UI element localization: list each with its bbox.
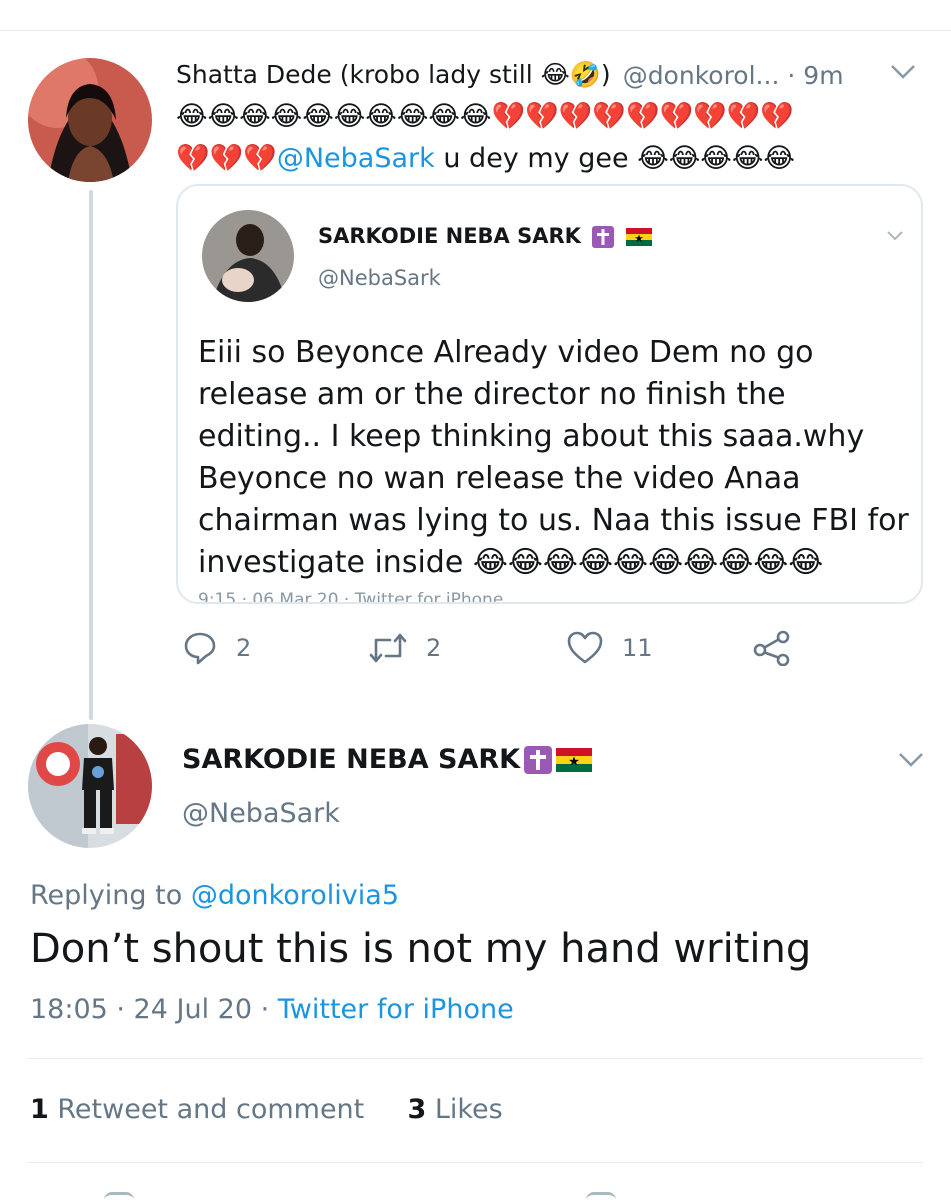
replying-to: Replying to @donkorolivia5 xyxy=(30,880,399,911)
main-tweet-text: Don’t shout this is not my hand writing xyxy=(30,926,812,972)
reply-icon xyxy=(184,632,216,665)
tweet-metadata: 18:05 · 24 Jul 20 · Twitter for iPhone xyxy=(30,994,514,1025)
emoji-line-3: 😂😂😂😂😂 xyxy=(637,143,795,174)
tweet-action-bar: 2 2 11 xyxy=(182,630,822,674)
replying-to-link[interactable]: @donkorolivia5 xyxy=(191,880,399,911)
retweet-button[interactable]: 2 xyxy=(368,630,441,666)
like-button[interactable]: 11 xyxy=(566,630,653,666)
thread-line xyxy=(89,190,93,720)
tweet-body-line-2: 💔💔💔@NebaSark u dey my gee 😂😂😂😂😂 xyxy=(176,138,906,180)
retweet-stat-count: 1 xyxy=(30,1094,49,1125)
engagement-stats: 1 Retweet and comment 3 Likes xyxy=(30,1094,503,1125)
main-author-name[interactable]: SARKODIE NEBA SARK xyxy=(182,744,593,775)
retweets-stat[interactable]: 1 Retweet and comment xyxy=(30,1094,364,1125)
quoted-handle: @NebaSark xyxy=(318,266,441,290)
heart-icon xyxy=(567,631,603,664)
tweet-body: 😂😂😂😂😂😂😂😂😂😂💔💔💔💔💔💔💔💔💔 💔💔💔@NebaSark u dey m… xyxy=(176,96,906,180)
quoted-text: Eiii so Beyonce Already video Dem no go … xyxy=(198,335,909,580)
likes-stat-count: 3 xyxy=(407,1094,427,1125)
share-button[interactable] xyxy=(752,630,810,666)
main-author-handle[interactable]: @NebaSark xyxy=(182,798,340,829)
share-icon xyxy=(753,630,790,666)
top-divider xyxy=(0,30,951,31)
likes-stat[interactable]: 3 Likes xyxy=(407,1094,502,1125)
ghana-flag-icon xyxy=(625,228,652,246)
source-link[interactable]: Twitter for iPhone xyxy=(278,994,514,1025)
chevron-down-icon[interactable] xyxy=(890,64,916,80)
tweet-header: Shatta Dede (krobo lady still 😂🤣) @donko… xyxy=(176,56,916,94)
reply-button[interactable]: 2 xyxy=(182,630,251,666)
neba-sark-avatar[interactable] xyxy=(28,724,152,848)
likes-stat-label: Likes xyxy=(426,1094,503,1125)
like-count: 11 xyxy=(622,634,653,662)
reply-count: 2 xyxy=(236,634,252,662)
chevron-down-icon xyxy=(887,231,903,241)
retweet-stat-label: Retweet and comment xyxy=(48,1094,365,1125)
emoji-line-2: 💔💔💔 xyxy=(176,143,277,174)
divider xyxy=(28,1162,923,1163)
chevron-down-icon[interactable] xyxy=(898,752,924,768)
replying-label: Replying to xyxy=(30,880,191,911)
action-icon-peek xyxy=(586,1192,616,1200)
emoji-line: 😂😂😂😂😂😂😂😂😂😂💔💔💔💔💔💔💔💔💔 xyxy=(176,101,795,132)
latin-cross-icon xyxy=(592,226,615,248)
mention-link[interactable]: @NebaSark xyxy=(277,143,435,174)
retweet-icon xyxy=(369,633,407,663)
timestamp: 18:05 · 24 Jul 20 · xyxy=(30,994,278,1025)
body-text: u dey my gee xyxy=(434,143,638,174)
tweet-time[interactable]: · 9m xyxy=(787,61,843,90)
quoted-name: SARKODIE NEBA SARK xyxy=(318,224,652,248)
divider xyxy=(28,1058,923,1059)
shatta-dede-avatar[interactable] xyxy=(28,58,152,182)
latin-cross-icon xyxy=(524,745,553,774)
ghana-flag-icon xyxy=(556,747,593,772)
quoted-meta-cutoff: 9:15 · 06 Mar 20 · Twitter for iPhone xyxy=(198,590,504,604)
main-author-name-text: SARKODIE NEBA SARK xyxy=(182,744,521,775)
attached-image-card[interactable]: SARKODIE NEBA SARK @NebaSark Eiii so Bey… xyxy=(176,184,923,604)
action-icon-peek xyxy=(104,1192,134,1200)
retweet-count: 2 xyxy=(426,634,442,662)
quoted-avatar xyxy=(202,210,294,302)
quoted-name-text: SARKODIE NEBA SARK xyxy=(318,224,581,248)
author-handle[interactable]: @donkorol... xyxy=(623,61,780,90)
author-name[interactable]: Shatta Dede (krobo lady still 😂🤣) xyxy=(176,60,611,90)
